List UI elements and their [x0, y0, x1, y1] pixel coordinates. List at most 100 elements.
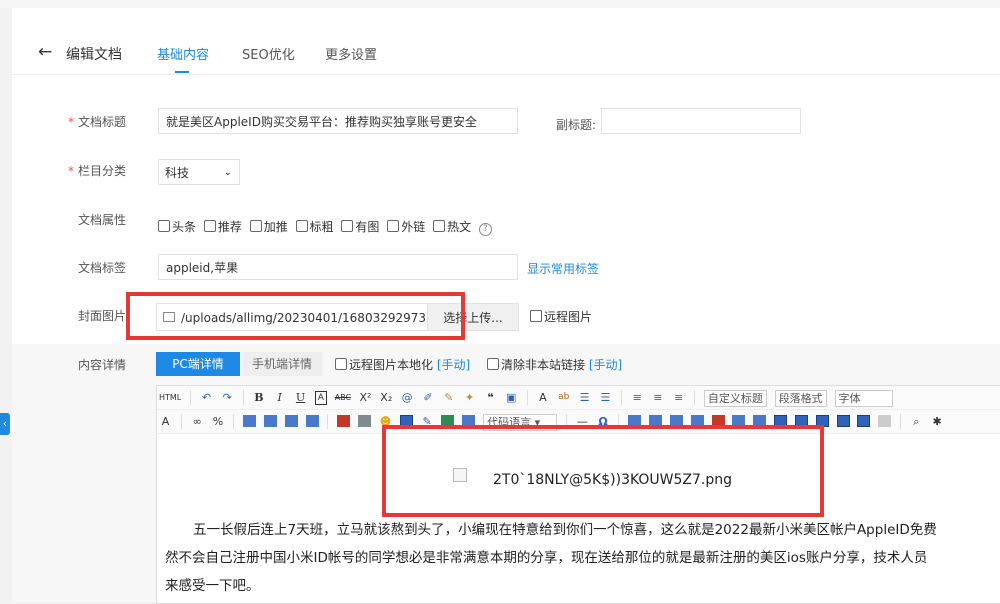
- undo-icon[interactable]: ↶: [200, 390, 213, 405]
- category-label: * 栏目分类: [26, 162, 126, 179]
- checkbox-icon: [335, 358, 347, 370]
- row-spacing-top-icon[interactable]: ≡: [631, 390, 644, 405]
- toolbar-separator: [180, 414, 182, 429]
- attr-checkbox-push[interactable]: 加推: [249, 220, 288, 234]
- row-spacing-bottom-icon[interactable]: ≡: [651, 390, 664, 405]
- remote-image-checkbox[interactable]: 远程图片: [530, 308, 592, 325]
- link-icon[interactable]: ∞: [191, 414, 204, 429]
- main-panel: ← 编辑文档 基础内容 SEO优化 更多设置 * 文档标题 就是美区AppleID…: [12, 8, 1000, 604]
- category-select[interactable]: 科技 ⌄: [158, 159, 240, 185]
- attr-checkbox-recommend[interactable]: 推荐: [203, 220, 242, 234]
- localize-remote-label: 远程图片本地化: [349, 358, 434, 372]
- align-center-icon[interactable]: [263, 415, 277, 427]
- attr-checkbox-has-image[interactable]: 有图: [341, 220, 379, 234]
- paragraph-line: 来感受一下吧。: [165, 578, 260, 594]
- superscript-button[interactable]: X²: [359, 390, 372, 405]
- unlink-icon[interactable]: %: [211, 414, 224, 429]
- highlight-color-button[interactable]: ab: [557, 390, 570, 405]
- toolbar-separator: [242, 390, 244, 405]
- format-brush-icon[interactable]: ✎: [442, 390, 455, 405]
- content-label: 内容详情: [77, 358, 126, 372]
- checkbox-icon: [487, 358, 499, 370]
- toolbar-separator: [694, 390, 696, 405]
- show-common-tags-link[interactable]: 显示常用标签: [527, 260, 599, 277]
- help-icon[interactable]: ?: [478, 223, 492, 236]
- subtitle-label: 副标题:: [555, 118, 596, 132]
- tab-more-settings[interactable]: 更多设置: [325, 44, 377, 63]
- split-cols-icon[interactable]: [836, 415, 850, 427]
- attr-checkbox-bold[interactable]: 标粗: [295, 220, 334, 234]
- strikethrough-button[interactable]: ABC: [335, 390, 351, 405]
- checkbox-icon: [249, 220, 262, 232]
- editor-content[interactable]: 五一长假后连上7天班，立马就该熬到头了，小编现在特意给到你们一个惊喜，这么就是2…: [157, 516, 1000, 600]
- image-insert-icon[interactable]: [337, 415, 351, 427]
- font-family-dropdown[interactable]: 字体: [834, 390, 893, 407]
- tab-seo[interactable]: SEO优化: [242, 44, 295, 63]
- bold-button[interactable]: B: [252, 390, 265, 405]
- italic-button[interactable]: I: [273, 390, 286, 405]
- tab-pc-detail[interactable]: PC端详情: [156, 352, 240, 376]
- custom-title-dropdown[interactable]: 自定义标题: [703, 390, 767, 407]
- top-bar: [0, 0, 1000, 8]
- blockquote-icon[interactable]: ❝: [484, 390, 497, 405]
- more-tools-icon[interactable]: ✱: [931, 414, 944, 429]
- page-title: 编辑文档: [66, 47, 122, 63]
- localize-remote-manual-link[interactable]: [手动]: [437, 358, 470, 372]
- toolbar-separator: [620, 390, 622, 405]
- subtitle-input[interactable]: [601, 108, 801, 134]
- html-source-button[interactable]: HTML: [159, 390, 181, 405]
- localize-remote-option[interactable]: 远程图片本地化 [手动]: [335, 356, 470, 373]
- ordered-list-icon[interactable]: ☰: [578, 390, 591, 405]
- toolbar-separator: [327, 414, 329, 429]
- attr-label: 有图: [355, 220, 380, 234]
- search-replace-icon[interactable]: ⌕: [910, 414, 923, 429]
- font-size-icon[interactable]: A: [159, 414, 172, 429]
- align-left-icon[interactable]: [243, 415, 257, 427]
- multi-image-icon[interactable]: [358, 415, 372, 427]
- underline-button[interactable]: U: [294, 390, 307, 405]
- page-header: ← 编辑文档 基础内容 SEO优化 更多设置: [12, 8, 1000, 75]
- back-arrow-icon[interactable]: ←: [38, 42, 52, 62]
- clear-links-option[interactable]: 清除非本站链接 [手动]: [487, 356, 622, 373]
- tags-input[interactable]: appleid,苹果: [158, 254, 518, 280]
- title-label: * 文档标题: [26, 113, 126, 130]
- tab-basic-content[interactable]: 基础内容: [157, 44, 209, 63]
- highlight-box-cover: [126, 292, 465, 340]
- table-props-icon[interactable]: [857, 415, 871, 427]
- paste-plain-icon[interactable]: ▣: [505, 390, 518, 405]
- eraser-icon[interactable]: ✐: [421, 390, 434, 405]
- toolbar-separator: [526, 390, 528, 405]
- attr-label: 标粗: [309, 220, 334, 234]
- required-mark: *: [67, 115, 74, 129]
- cover-label: 封面图片: [77, 309, 126, 323]
- left-sidebar-edge: [0, 8, 12, 602]
- magic-wand-icon[interactable]: ✦: [463, 390, 476, 405]
- attr-label: 加推: [263, 220, 288, 234]
- border-font-button[interactable]: A: [314, 391, 327, 405]
- print-icon[interactable]: [878, 415, 892, 427]
- attributes-label: 文档属性: [77, 213, 126, 227]
- clear-links-manual-link[interactable]: [手动]: [589, 358, 622, 372]
- checkbox-icon: [433, 220, 446, 232]
- toolbar-separator: [190, 390, 192, 405]
- remote-image-label: 远程图片: [544, 310, 593, 324]
- line-height-icon[interactable]: ≡: [672, 390, 685, 405]
- autoformat-icon[interactable]: @: [401, 390, 414, 405]
- title-input[interactable]: 就是美区AppleID购买交易平台：推荐购买独享账号更安全: [158, 108, 518, 134]
- redo-icon[interactable]: ↷: [221, 390, 234, 405]
- highlight-box-image: [382, 425, 824, 517]
- align-right-icon[interactable]: [284, 415, 298, 427]
- tab-mobile-detail[interactable]: 手机端详情: [242, 352, 322, 376]
- attr-checkbox-hot[interactable]: 热文: [433, 220, 471, 234]
- checkbox-icon: [295, 220, 308, 232]
- clear-links-label: 清除非本站链接: [501, 358, 586, 372]
- font-color-button[interactable]: A: [536, 390, 549, 405]
- unordered-list-icon[interactable]: ☰: [599, 390, 612, 405]
- chevron-down-icon: ⌄: [223, 167, 232, 178]
- align-justify-icon[interactable]: [305, 415, 319, 427]
- paragraph-format-dropdown[interactable]: 段落格式: [774, 390, 827, 407]
- attr-checkbox-headline[interactable]: 头条: [158, 220, 196, 234]
- subscript-button[interactable]: X₂: [380, 390, 393, 405]
- collapse-sidebar-button[interactable]: ‹: [0, 413, 10, 435]
- attr-checkbox-external-link[interactable]: 外链: [387, 220, 425, 234]
